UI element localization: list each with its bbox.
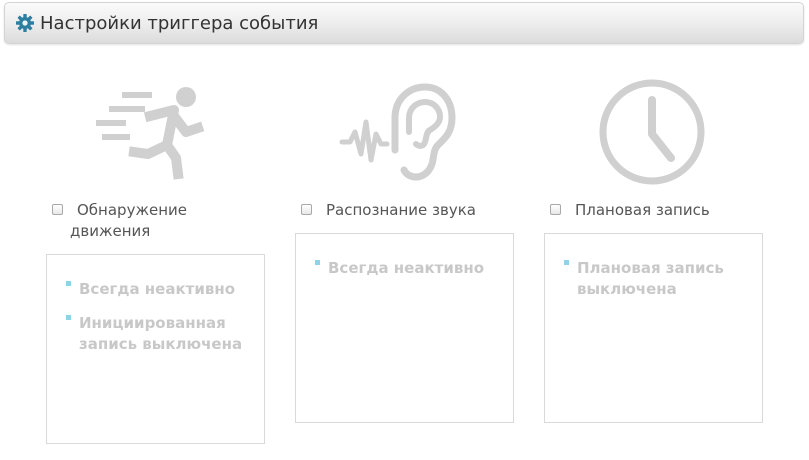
clock-icon [599, 79, 705, 185]
list-item: Плановая запись выключена [560, 258, 742, 300]
bullet-icon [66, 315, 71, 320]
gear-icon [16, 14, 34, 32]
schedule-status-box: Плановая запись выключена [544, 233, 763, 423]
bullet-icon [315, 260, 320, 265]
motion-detection-label[interactable]: Обнаружение движения [70, 200, 230, 242]
list-item: Всегда неактивно [62, 279, 244, 300]
bullet-icon [564, 260, 569, 265]
motion-status-box: Всегда неактивно Инициированная запись в… [46, 254, 265, 444]
scheduled-recording-label[interactable]: Плановая запись [575, 200, 710, 221]
sound-status-box: Всегда неактивно [295, 233, 514, 423]
bullet-icon [66, 281, 71, 286]
sound-status-list: Всегда неактивно [311, 258, 493, 279]
ear-sound-icon [339, 83, 456, 181]
running-person-icon [96, 87, 205, 180]
schedule-status-list: Плановая запись выключена [560, 258, 742, 300]
sound-detection-checkbox[interactable] [301, 204, 312, 215]
list-item: Всегда неактивно [311, 258, 493, 279]
sound-detection-label[interactable]: Распознание звука [326, 200, 476, 221]
list-item: Инициированная запись выключена [62, 313, 244, 355]
page-title: Настройки триггера события [40, 13, 319, 34]
scheduled-recording-checkbox[interactable] [550, 204, 561, 215]
motion-detection-checkbox[interactable] [52, 204, 63, 215]
motion-status-list: Всегда неактивно Инициированная запись в… [62, 279, 244, 355]
header-bar: Настройки триггера события [4, 2, 804, 44]
